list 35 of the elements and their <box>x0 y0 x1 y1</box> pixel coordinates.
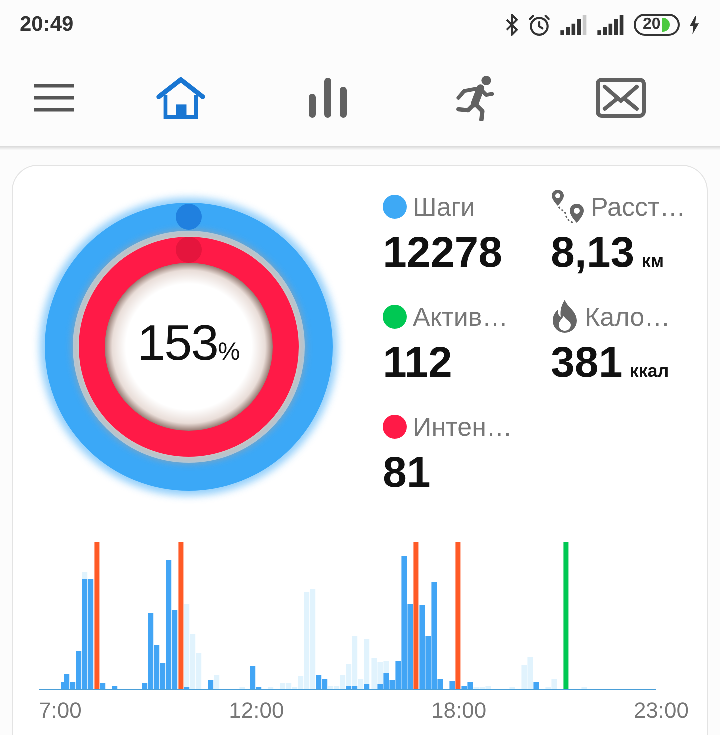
stat-label: Шаги <box>413 192 476 222</box>
status-dot-icon <box>383 305 407 329</box>
stat-label: Расст… <box>591 192 686 222</box>
home-icon[interactable] <box>156 77 206 119</box>
mail-icon[interactable] <box>596 78 646 118</box>
stat-label: Интен… <box>413 412 512 442</box>
ring-knob-icon <box>176 237 202 263</box>
stat-value: 381 <box>551 340 623 386</box>
axis-label: 23:00 <box>634 698 689 724</box>
bar-chart-icon[interactable] <box>308 78 348 118</box>
signal-icon <box>597 15 625 35</box>
flame-icon <box>551 300 579 334</box>
goal-percent: 153% <box>138 314 240 372</box>
axis-label: 18:00 <box>432 698 487 724</box>
stat-value: 112 <box>383 340 452 386</box>
axis-label: 12:00 <box>229 698 284 724</box>
stat-label: Кало… <box>585 302 671 332</box>
axis-label: 7:00 <box>39 698 82 724</box>
stat-unit: км <box>642 250 664 273</box>
stat-value: 81 <box>383 450 431 496</box>
menu-icon <box>34 84 74 112</box>
signal-icon <box>560 15 588 35</box>
stat-unit: ккал <box>630 360 670 383</box>
bluetooth-icon <box>505 14 519 36</box>
battery-indicator: 20 <box>634 14 680 36</box>
route-pins-icon <box>551 190 585 224</box>
charging-bolt-icon <box>689 16 700 34</box>
status-dot-icon <box>383 415 407 439</box>
stat-value: 8,13 <box>551 230 635 276</box>
status-time: 20:49 <box>20 13 74 37</box>
alarm-clock-icon <box>528 14 551 36</box>
status-dot-icon <box>383 195 407 219</box>
stat-value: 12278 <box>383 230 503 276</box>
ring-knob-icon <box>176 204 202 230</box>
stat-label: Актив… <box>413 302 508 332</box>
